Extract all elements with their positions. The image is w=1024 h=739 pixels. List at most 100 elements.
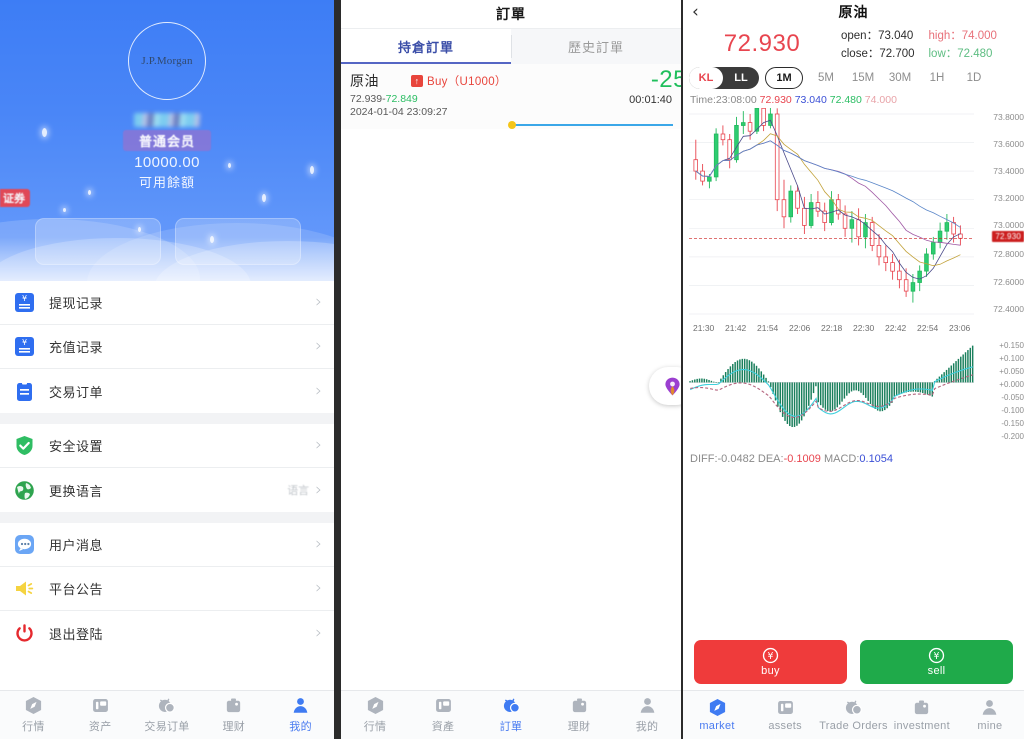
menu-item-change-language[interactable]: 更换语言 语言 ›	[0, 468, 334, 512]
hero-card-left[interactable]	[35, 218, 161, 265]
tab-mine[interactable]: 我的	[613, 696, 681, 734]
timeframe-30m[interactable]: 30M	[885, 72, 915, 84]
tab-label: 資產	[431, 721, 455, 733]
macd-chart[interactable]: +0.150 +0.100 +0.050 +0.000 -0.050 -0.10…	[689, 339, 1024, 449]
menu-item-withdraw-record[interactable]: ¥ 提现记录 ›	[0, 281, 334, 325]
tab-investment[interactable]: investment	[888, 698, 956, 732]
tab-label: Trade Orders	[819, 720, 888, 732]
timeframe-1h[interactable]: 1H	[922, 72, 952, 84]
macd-tick: +0.150	[999, 341, 1024, 350]
tab-market[interactable]: 行情	[0, 696, 67, 734]
tab-investment[interactable]: 理财	[200, 696, 267, 734]
tab-assets[interactable]: 資產	[409, 696, 477, 734]
timeframe-1d[interactable]: 1D	[959, 72, 989, 84]
sparkle	[42, 128, 47, 137]
last-price: 72.930	[723, 30, 801, 57]
order-countdown: 00:01:40	[629, 94, 672, 106]
certificate-badge: 证券	[0, 189, 30, 207]
timeframe-1m[interactable]: 1M	[765, 67, 803, 89]
order-prices: 72.939-72.849	[350, 93, 673, 105]
chart-type-toggle: KL LL	[689, 67, 759, 89]
tab-trade-orders[interactable]: 交易订单	[134, 696, 201, 734]
order-current-price: 72.849	[385, 93, 418, 105]
candlestick-chart[interactable]: 73.8000 73.6000 73.4000 73.2000 73.0000 …	[689, 108, 1024, 323]
time-tick: 22:54	[917, 323, 939, 333]
compass-icon	[709, 698, 725, 717]
three-screenshot-collage: J.P.Morgan 普通会员 10000.00 可用餘額 证券 ¥ 提现记录 …	[0, 0, 1024, 739]
timeframe-15m[interactable]: 15M	[848, 72, 878, 84]
tab-market[interactable]: market	[683, 698, 751, 732]
menu-item-label: 退出登陆	[49, 626, 104, 642]
macd-label: MACD:	[823, 453, 860, 465]
order-row[interactable]: 原油 ↑ Buy（U1000） -25 72.939-72.849 2024-0…	[341, 64, 681, 129]
time-tick: 21:54	[757, 323, 779, 333]
tab-investment[interactable]: 理財	[545, 696, 613, 734]
timeframe-5m[interactable]: 5M	[811, 72, 841, 84]
menu-item-user-message[interactable]: 用户消息 ›	[0, 523, 334, 567]
bottom-tabbar: 行情 資產 訂單 理財 我的	[341, 690, 681, 739]
chart-type-kl[interactable]: KL	[689, 67, 723, 89]
trade-buttons: ¥ buy ¥ sell	[683, 640, 1024, 684]
menu-divider	[0, 413, 334, 424]
crosshair-v1: 72.930	[759, 94, 792, 106]
sell-button[interactable]: ¥ sell	[860, 640, 1013, 684]
tab-label: 持倉訂單	[397, 40, 454, 55]
chart-header: ‹ 原油	[683, 0, 1024, 24]
macd-tick: -0.100	[1001, 406, 1024, 415]
order-direction-label: Buy（U1000）	[427, 76, 507, 88]
chart-type-ll[interactable]: LL	[723, 72, 759, 84]
chevron-right-icon: ›	[315, 622, 322, 643]
macd-svg	[689, 345, 974, 428]
chevron-right-icon: ›	[315, 534, 322, 554]
buy-button[interactable]: ¥ buy	[694, 640, 847, 684]
menu-item-logout[interactable]: 退出登陆 ›	[0, 611, 334, 655]
tab-assets[interactable]: assets	[751, 698, 819, 732]
tab-assets[interactable]: 资产	[67, 696, 134, 734]
avatar[interactable]: J.P.Morgan	[128, 22, 206, 100]
menu-item-platform-announcement[interactable]: 平台公告 ›	[0, 567, 334, 611]
menu-item-recharge-record[interactable]: ¥ 充值记录 ›	[0, 325, 334, 369]
floating-action-button[interactable]	[649, 367, 681, 405]
tab-label: market	[699, 720, 735, 732]
diff-label: DIFF:	[690, 453, 718, 465]
progress-dot	[507, 121, 516, 129]
hero-card-right[interactable]	[175, 218, 301, 265]
chevron-right-icon: ›	[315, 578, 322, 598]
order-timestamp: 2024-01-04 23:09:27	[350, 106, 448, 118]
high-price: high：74.000	[928, 30, 997, 42]
tab-orders[interactable]: 訂單	[477, 696, 545, 734]
orders-icon	[503, 698, 520, 713]
shield-icon	[14, 435, 35, 456]
svg-text:¥: ¥	[22, 294, 27, 303]
menu-item-trade-order[interactable]: 交易订单 ›	[0, 369, 334, 413]
timeframe-selector: KL LL 1M 5M 15M 30M 1H 1D	[683, 65, 1024, 93]
time-tick: 21:30	[693, 323, 715, 333]
tab-market[interactable]: 行情	[341, 696, 409, 734]
tab-label: 我的	[289, 721, 312, 733]
time-tick: 22:18	[821, 323, 843, 333]
tab-mine[interactable]: 我的	[267, 696, 334, 734]
tab-history-orders[interactable]: 歷史訂單	[511, 29, 681, 64]
briefcase-icon	[572, 698, 586, 713]
tab-mine[interactable]: mine	[956, 698, 1024, 732]
chevron-left-icon[interactable]: ‹	[692, 2, 699, 22]
menu-item-security-settings[interactable]: 安全设置 ›	[0, 424, 334, 468]
tab-open-positions[interactable]: 持倉訂單	[341, 29, 511, 64]
megaphone-icon	[14, 578, 35, 599]
crosshair-time: Time:23:08:00	[690, 94, 757, 106]
panel-gap	[334, 0, 341, 739]
person-icon	[640, 698, 654, 713]
price-tick: 73.6000	[993, 139, 1024, 149]
time-axis: 21:30 21:42 21:54 22:06 22:18 22:30 22:4…	[689, 323, 972, 339]
power-icon	[14, 623, 35, 644]
tab-trade-orders[interactable]: Trade Orders	[819, 698, 888, 732]
price-tick: 73.8000	[993, 112, 1024, 122]
person-icon	[983, 700, 997, 715]
close-price: close：72.700	[841, 48, 915, 60]
price-tick: 73.0000	[993, 220, 1024, 230]
withdraw-record-icon: ¥	[14, 292, 35, 313]
order-direction: ↑ Buy（U1000）	[411, 73, 507, 89]
time-tick: 23:06	[949, 323, 971, 333]
chart-screen: ‹ 原油 72.930 open：73.040 high：74.000 clos…	[683, 0, 1024, 739]
vip-badge: 普通会员	[122, 130, 212, 151]
